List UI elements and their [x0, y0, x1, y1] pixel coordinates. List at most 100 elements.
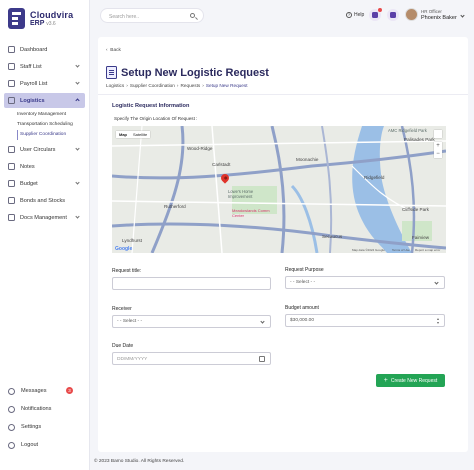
map-type-map[interactable]: Map [116, 131, 130, 138]
google-logo: Google [115, 246, 133, 252]
wallet-icon [8, 80, 15, 87]
apps-button[interactable] [369, 8, 382, 21]
search-box[interactable] [100, 8, 204, 23]
fullscreen-icon[interactable] [434, 130, 442, 138]
sidebar: Cloudvira ERP v3.6 Dashboard Staff List … [0, 0, 90, 470]
request-purpose-label: Request Purpose [285, 267, 324, 273]
section-title: Logistic Request Information [112, 103, 190, 109]
search-icon[interactable] [190, 13, 195, 18]
chevron-down-icon [75, 180, 80, 185]
sidebar-item-label: Bonds and Stocks [20, 197, 66, 204]
budget-field[interactable]: $30,000.00 ▴ ▾ [285, 314, 445, 327]
sidebar-item-logout[interactable]: Logout [4, 438, 85, 452]
breadcrumb-current: Setup New Request [205, 83, 248, 88]
megaphone-icon [8, 146, 15, 153]
chat-button[interactable] [387, 9, 399, 21]
sidebar-item-label: Notes [20, 163, 35, 170]
request-title-input[interactable] [117, 280, 258, 288]
search-input[interactable] [109, 12, 179, 21]
map-type-toggle[interactable]: Map Satellite [116, 131, 151, 138]
request-purpose-select[interactable]: - - Select - - [285, 276, 445, 289]
user-role: HR Officer [421, 9, 442, 14]
sidebar-item-payroll-list[interactable]: Payroll List [4, 76, 85, 91]
due-date-label: Due Date [112, 343, 134, 349]
plus-icon: + [383, 377, 388, 384]
chevron-up-icon [75, 98, 80, 103]
sidebar-item-user-circulars[interactable]: User Circulars [4, 142, 85, 157]
help-link[interactable]: ? Help [346, 12, 364, 18]
breadcrumb-supplier-coordination[interactable]: Supplier Coordination [130, 83, 175, 88]
request-title-field[interactable] [112, 277, 271, 290]
map-label-palisades: Palisades Park [404, 137, 435, 142]
main-card: ‹ Back Setup New Logistic Request Logist… [98, 37, 468, 452]
map-label-cliffside: Cliffside Park [402, 207, 429, 212]
sidebar-item-budget[interactable]: Budget [4, 176, 85, 191]
sidebar-item-label: Logistics [20, 97, 45, 104]
page-footer: © 2023 Bamo Studio. All Rights Reserved. [94, 459, 185, 464]
dashboard-icon [8, 46, 15, 53]
map-data-credit: Map data ©2024 Google [352, 248, 385, 252]
chevron-down-icon [434, 280, 439, 285]
sidebar-item-label: Settings [21, 424, 42, 430]
brand-version: v3.6 [46, 21, 56, 27]
help-icon: ? [346, 12, 352, 18]
sidebar-item-logistics[interactable]: Logistics [4, 93, 85, 108]
map-label-meadowlands: Meadowlands Comm Center [232, 208, 270, 218]
breadcrumb-logistics[interactable]: Logistics [106, 83, 124, 88]
submenu-item-inventory[interactable]: Inventory Management [17, 110, 89, 120]
map-label-fairview: Fairview [412, 235, 430, 240]
sidebar-item-staff-list[interactable]: Staff List [4, 59, 85, 74]
due-date-input[interactable] [117, 355, 258, 363]
map-label: Specify The Origin Location Of Request : [114, 116, 198, 121]
bell-icon [8, 405, 15, 413]
due-date-field[interactable] [112, 352, 271, 365]
breadcrumb: Logistics › Supplier Coordination › Reques… [106, 83, 248, 88]
map-label-amc: AMC Ridgefield Park [388, 128, 427, 133]
user-name[interactable]: Phoenix Baker [421, 15, 457, 21]
breadcrumb-requests[interactable]: Requests [180, 83, 200, 88]
budget-icon [8, 180, 15, 187]
sidebar-item-label: Dashboard [20, 46, 48, 53]
brand-sub: ERP [30, 20, 45, 27]
chevron-down-icon [75, 146, 80, 151]
map-type-satellite[interactable]: Satellite [130, 131, 150, 138]
map-roads [112, 126, 446, 253]
note-icon [8, 163, 15, 170]
brand-logo-group[interactable]: Cloudvira ERP v3.6 [8, 8, 73, 29]
avatar[interactable] [405, 8, 418, 21]
zoom-out-icon[interactable]: − [434, 150, 442, 158]
zoom-in-icon[interactable]: + [434, 142, 442, 150]
map-label-carlstadt: Carlstadt [212, 162, 231, 167]
budget-label: Budget amount [285, 305, 319, 311]
zoom-control[interactable]: + − [434, 142, 442, 158]
folder-icon [8, 214, 15, 221]
submenu-item-supplier-coordination[interactable]: Supplier Coordination [17, 130, 89, 140]
sidebar-nav: Dashboard Staff List Payroll List Logist… [0, 40, 89, 227]
chevron-down-icon[interactable] [460, 13, 465, 18]
sidebar-item-notifications[interactable]: Notifications [4, 402, 85, 416]
sidebar-item-docs-management[interactable]: Docs Management [4, 210, 85, 225]
topbar: ?Help HR Officer Phoenix Baker [100, 6, 468, 26]
create-request-label: Create New Request [390, 377, 438, 384]
create-request-button[interactable]: + Create New Request [376, 374, 445, 387]
request-form-icon [106, 66, 117, 79]
sidebar-item-dashboard[interactable]: Dashboard [4, 42, 85, 57]
location-map[interactable]: Map Satellite + − Wood-Ridge Carlstadt M… [112, 126, 446, 253]
map-report-link[interactable]: Report a map error [415, 248, 440, 252]
truck-icon [8, 97, 15, 104]
submenu-item-transportation[interactable]: Transportation Scheduling [17, 120, 89, 130]
back-link[interactable]: ‹ Back [106, 48, 121, 53]
sidebar-item-bonds-stocks[interactable]: Bonds and Stocks [4, 193, 85, 208]
sidebar-item-messages[interactable]: Messages 3 [4, 384, 85, 398]
map-terms-link[interactable]: Terms of Use [392, 248, 410, 252]
apps-icon [372, 12, 378, 18]
receiver-select[interactable]: - - Select - - [112, 315, 271, 328]
stepper-icon[interactable]: ▴ ▾ [437, 317, 439, 325]
sidebar-item-settings[interactable]: Settings [4, 420, 85, 434]
sidebar-item-label: Notifications [21, 406, 52, 412]
back-label: Back [110, 48, 121, 53]
sidebar-item-notes[interactable]: Notes [4, 159, 85, 174]
sidebar-item-label: Docs Management [20, 214, 67, 221]
sidebar-item-label: Payroll List [20, 80, 48, 87]
calendar-icon[interactable] [259, 356, 265, 362]
